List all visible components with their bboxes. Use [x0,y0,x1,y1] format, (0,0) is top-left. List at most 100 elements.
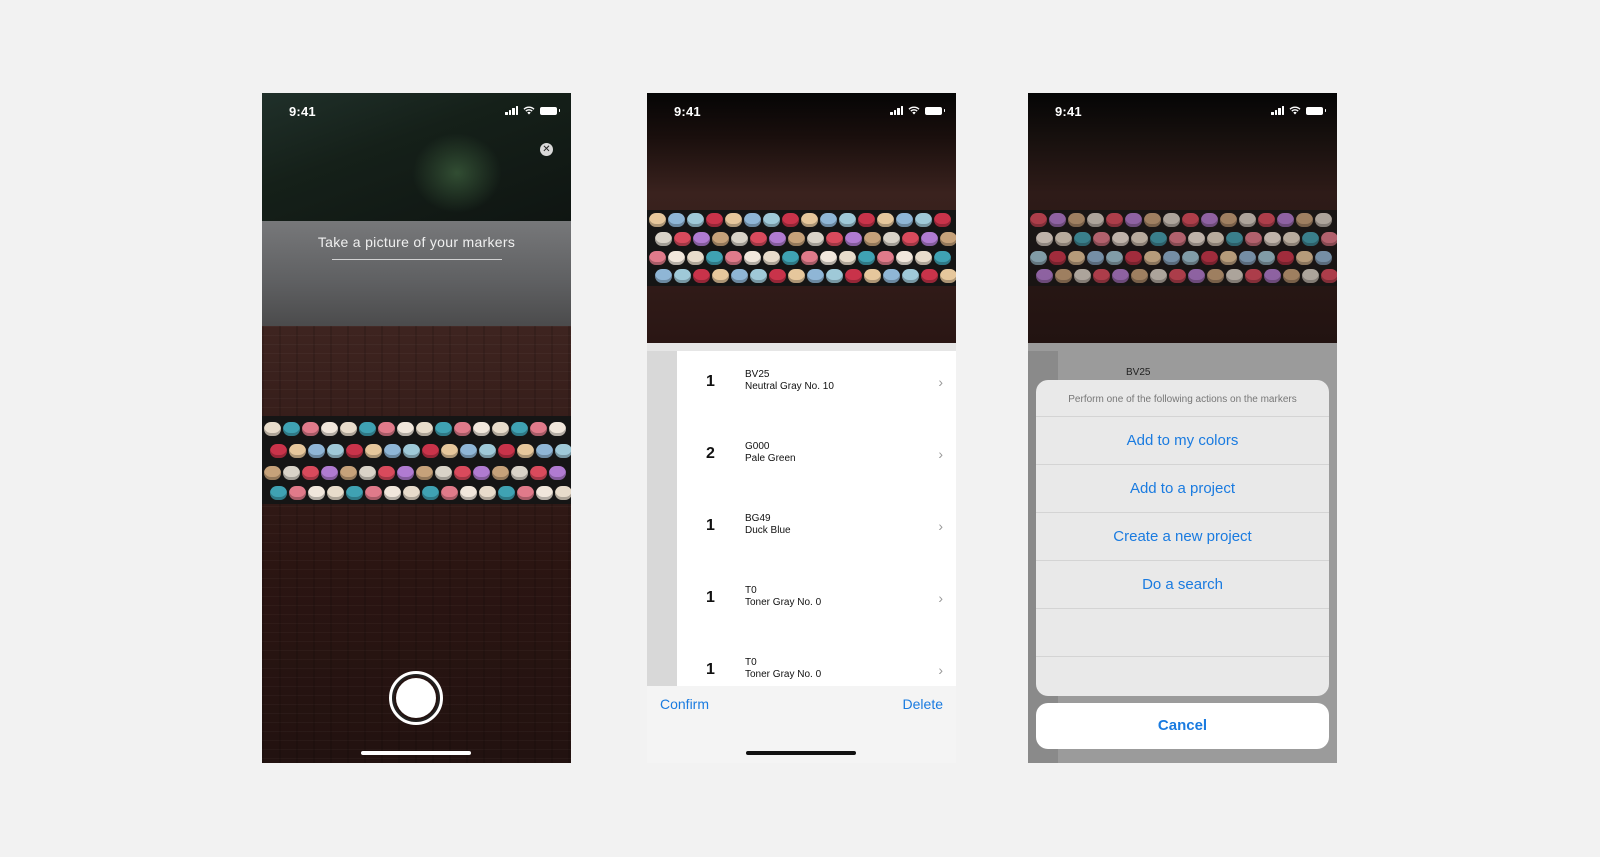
marker-cap [1207,269,1224,283]
marker-cap [744,251,761,265]
item-code: T0 [745,585,757,596]
marker-cap [706,213,723,227]
marker-row [647,213,956,229]
list-item[interactable]: 1 T0 Toner Gray No. 0 › [647,639,956,686]
marker-cap [1125,251,1142,265]
marker-cap [902,232,919,246]
item-name: Pale Green [745,453,796,464]
marker-cap [1087,251,1104,265]
marker-cap [454,422,471,436]
marker-cap [877,251,894,265]
marker-cap [1264,232,1281,246]
camera-prompt: Take a picture of your markers [317,234,516,250]
marker-cap [454,466,471,480]
marker-cap [536,486,553,500]
marker-cap [460,486,477,500]
marker-cap [302,466,319,480]
marker-cap [1182,213,1199,227]
status-icons [505,106,560,115]
marker-row [1028,251,1337,267]
item-quantity: 1 [706,517,715,534]
home-indicator [746,751,856,755]
marker-cap [1144,251,1161,265]
marker-cap [1036,232,1053,246]
item-code: BV25 [1126,367,1151,378]
shutter-icon [396,678,436,718]
cancel-button[interactable]: Cancel [1036,703,1329,749]
item-quantity: 2 [706,445,715,462]
marker-cap [327,486,344,500]
marker-row [262,444,571,460]
marker-row [647,232,956,248]
wifi-icon [1289,106,1301,115]
list-item[interactable]: 1 BG49 Duck Blue › [647,495,956,567]
item-quantity: 1 [706,589,715,606]
marker-cap [1258,213,1275,227]
status-time: 9:41 [674,104,701,119]
marker-cap [549,466,566,480]
marker-cap [340,466,357,480]
do-search-button[interactable]: Do a search [1036,561,1329,609]
add-to-my-colors-button[interactable]: Add to my colors [1036,417,1329,465]
list-item[interactable]: 1 BV25 Neutral Gray No. 10 › [647,351,956,423]
marker-cap [769,269,786,283]
marker-row [1028,269,1337,285]
marker-cap [1163,251,1180,265]
marker-cap [934,251,951,265]
shutter-button[interactable] [389,671,443,725]
marker-cap [693,269,710,283]
marker-cap [1074,232,1091,246]
marker-cap [473,422,490,436]
marker-cap [1201,251,1218,265]
marker-shelf [262,416,571,504]
marker-cap [826,269,843,283]
marker-cap [940,232,956,246]
list-item[interactable]: 2 G000 Pale Green › [647,423,956,495]
review-screen: 9:41 1 BV25 Neutral Gray No. 10 › 2 G000… [647,93,956,763]
wifi-icon [523,106,535,115]
marker-cap [403,486,420,500]
status-time: 9:41 [1055,104,1082,119]
marker-cap [712,232,729,246]
battery-icon [540,106,560,115]
create-new-project-button[interactable]: Create a new project [1036,513,1329,561]
marker-cap [940,269,956,283]
marker-cap [915,213,932,227]
marker-cap [536,444,553,458]
marker-cap [864,269,881,283]
marker-cap [403,444,420,458]
confirm-button[interactable]: Confirm [660,696,709,712]
marker-cap [858,213,875,227]
marker-cap [270,486,287,500]
status-icons [1271,106,1326,115]
marker-cap [511,466,528,480]
marker-cap [435,466,452,480]
marker-cap [655,232,672,246]
item-code: BV25 [745,369,770,380]
marker-cap [725,213,742,227]
marker-cap [1296,251,1313,265]
marker-cap [1049,251,1066,265]
marker-cap [289,486,306,500]
item-name: Toner Gray No. 0 [745,597,822,608]
marker-shelf [647,210,956,286]
close-icon[interactable]: ✕ [540,143,553,156]
prompt-underline [332,259,502,260]
delete-button[interactable]: Delete [903,696,943,712]
marker-cap [1131,232,1148,246]
marker-cap [1188,269,1205,283]
chevron-right-icon: › [938,446,943,462]
add-to-project-button[interactable]: Add to a project [1036,465,1329,513]
marker-cap [1106,213,1123,227]
preview-divider [647,343,956,351]
chevron-right-icon: › [938,518,943,534]
marker-cap [1302,232,1319,246]
marker-cap [1074,269,1091,283]
list-item[interactable]: 1 T0 Toner Gray No. 0 › [647,567,956,639]
marker-cap [1112,232,1129,246]
marker-cap [1169,269,1186,283]
marker-cap [1169,232,1186,246]
marker-cap [441,444,458,458]
marker-cap [378,422,395,436]
marker-cap [384,444,401,458]
